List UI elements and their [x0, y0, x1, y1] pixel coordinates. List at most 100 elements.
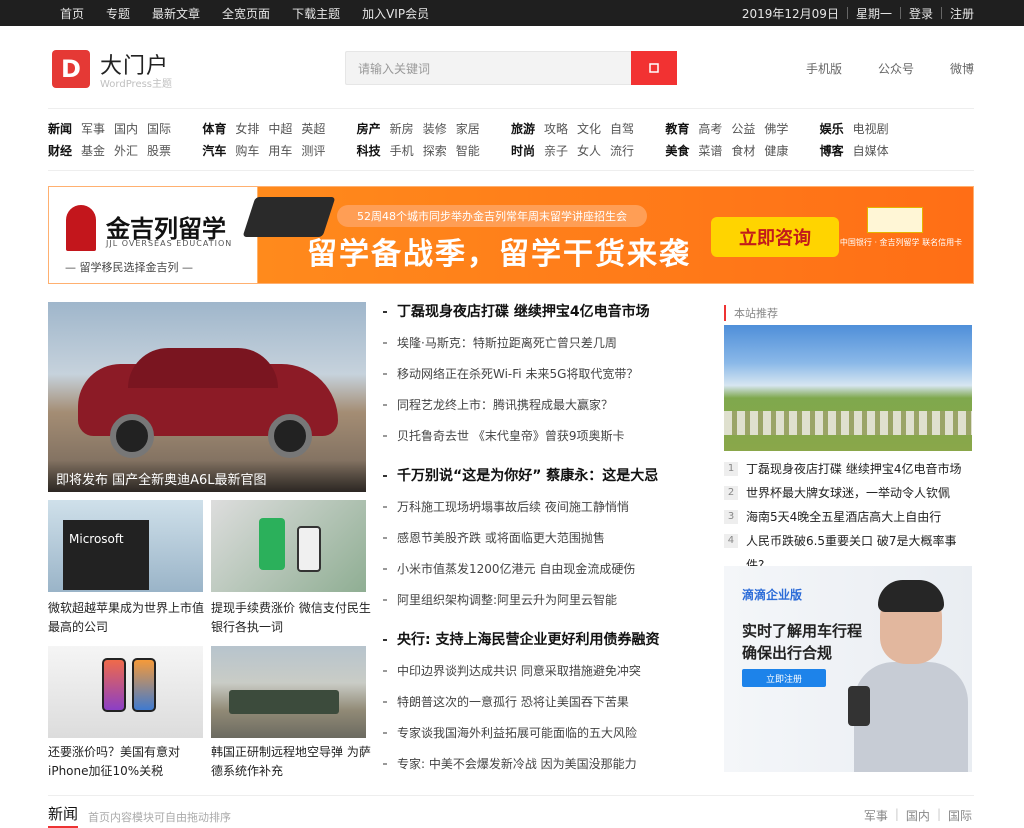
search-input[interactable]: 请输入关键词	[345, 51, 676, 85]
recommend-item[interactable]: 3 海南5天4晚全五星酒店高大上自由行	[724, 505, 974, 529]
news-item[interactable]: 小米市值蒸发1200亿港元 自由现金流成硬伤	[383, 559, 703, 579]
thumb-caption[interactable]: 提现手续费涨价 微信支付民生银行各执一词	[211, 599, 371, 637]
thumb-caption[interactable]: 微软超越苹果成为世界上市值最高的公司	[48, 599, 208, 637]
section-link-international[interactable]: 国际	[948, 807, 972, 824]
category-link[interactable]: 女人	[577, 144, 601, 158]
category-link[interactable]: 体育	[202, 122, 226, 136]
recommend-item[interactable]: 2 世界杯最大牌女球迷，一举动令人钦佩	[724, 481, 974, 505]
logo-icon[interactable]: D	[52, 50, 90, 88]
category-link[interactable]: 科技	[357, 144, 381, 158]
login-link[interactable]: 登录	[909, 5, 933, 22]
recommend-image[interactable]	[724, 325, 972, 451]
recommend-item[interactable]: 1 丁磊现身夜店打碟 继续押宝4亿电音市场	[724, 457, 974, 481]
recommend-text[interactable]: 人民币跌破6.5重要关口 破7是大概率事件?	[746, 529, 974, 572]
hero-image[interactable]: 即将发布 国产全新奥迪A6L最新官图	[48, 302, 366, 492]
news-item[interactable]: 专家谈我国海外利益拓展可能面临的五大风险	[383, 723, 703, 743]
recommend-text[interactable]: 世界杯最大牌女球迷，一举动令人钦佩	[746, 481, 950, 505]
category-link[interactable]: 股票	[147, 144, 171, 158]
category-link[interactable]: 文化	[577, 122, 601, 136]
recommend-text[interactable]: 海南5天4晚全五星酒店高大上自由行	[746, 505, 941, 529]
category-link[interactable]: 教育	[665, 122, 689, 136]
recommend-item[interactable]: 4 人民币跌破6.5重要关口 破7是大概率事件?	[724, 529, 974, 572]
news-headline[interactable]: 丁磊现身夜店打碟 继续押宝4亿电音市场	[383, 302, 703, 322]
banner-cta-button[interactable]: 立即咨询	[711, 217, 839, 257]
category-link[interactable]: 购车	[235, 144, 259, 158]
category-link[interactable]: 国际	[147, 122, 171, 136]
top-nav-vip[interactable]: 加入VIP会员	[362, 5, 429, 22]
category-link[interactable]: 智能	[456, 144, 480, 158]
news-item[interactable]: 阿里组织架构调整:阿里云升为阿里云智能	[383, 590, 703, 610]
thumb-caption[interactable]: 还要涨价吗？美国有意对iPhone加征10%关税	[48, 743, 208, 781]
register-link[interactable]: 注册	[950, 5, 974, 22]
category-link[interactable]: 美食	[665, 144, 689, 158]
category-link[interactable]: 探索	[423, 144, 447, 158]
category-link[interactable]: 手机	[390, 144, 414, 158]
section-link-military[interactable]: 军事	[864, 807, 888, 824]
category-link[interactable]: 食材	[731, 144, 755, 158]
category-link[interactable]: 新房	[390, 122, 414, 136]
category-link[interactable]: 家居	[456, 122, 480, 136]
top-nav-download[interactable]: 下载主题	[292, 5, 340, 22]
category-link[interactable]: 财经	[48, 144, 72, 158]
news-item[interactable]: 感恩节美股齐跌 或将面临更大范围抛售	[383, 528, 703, 548]
thumb-missile[interactable]	[211, 646, 366, 738]
category-link[interactable]: 博客	[820, 144, 844, 158]
weibo-link[interactable]: 微博	[950, 60, 974, 77]
category-link[interactable]: 女排	[235, 122, 259, 136]
category-link[interactable]: 英超	[301, 122, 325, 136]
mobile-link[interactable]: 手机版	[806, 60, 842, 77]
news-item[interactable]: 万科施工现场坍塌事故后续 夜间施工静悄悄	[383, 497, 703, 517]
top-nav-fullwidth[interactable]: 全宽页面	[222, 5, 270, 22]
category-link[interactable]: 装修	[423, 122, 447, 136]
category-link[interactable]: 娱乐	[820, 122, 844, 136]
category-link[interactable]: 外汇	[114, 144, 138, 158]
category-link[interactable]: 健康	[764, 144, 788, 158]
search-button[interactable]	[631, 51, 677, 85]
didi-register-button[interactable]: 立即注册	[742, 669, 826, 687]
news-item[interactable]: 同程艺龙终上市：腾讯携程成最大赢家？	[383, 395, 703, 415]
section-title-news[interactable]: 新闻	[48, 803, 79, 828]
category-link[interactable]: 攻略	[544, 122, 568, 136]
category-link[interactable]: 电视剧	[853, 122, 889, 136]
category-link[interactable]: 新闻	[48, 122, 72, 136]
recommend-text[interactable]: 丁磊现身夜店打碟 继续押宝4亿电音市场	[746, 457, 961, 481]
category-link[interactable]: 汽车	[202, 144, 226, 158]
news-item[interactable]: 中印边界谈判达成共识 同意采取措施避免冲突	[383, 661, 703, 681]
category-link[interactable]: 用车	[268, 144, 292, 158]
category-link[interactable]: 亲子	[544, 144, 568, 158]
category-link[interactable]: 军事	[81, 122, 105, 136]
category-link[interactable]: 自媒体	[853, 144, 889, 158]
hero-caption[interactable]: 即将发布 国产全新奥迪A6L最新官图	[48, 460, 366, 492]
category-link[interactable]: 佛学	[764, 122, 788, 136]
thumb-iphone[interactable]	[48, 646, 203, 738]
didi-ad[interactable]: 滴滴企业版 实时了解用车行程 确保出行合规 立即注册	[724, 566, 972, 772]
category-link[interactable]: 流行	[610, 144, 634, 158]
top-nav-topics[interactable]: 专题	[106, 5, 130, 22]
thumb-microsoft[interactable]: Microsoft	[48, 500, 203, 592]
category-link[interactable]: 菜谱	[698, 144, 722, 158]
category-link[interactable]: 高考	[698, 122, 722, 136]
news-item[interactable]: 特朗普这次的一意孤行 恐将让美国吞下苦果	[383, 692, 703, 712]
top-nav-latest[interactable]: 最新文章	[152, 5, 200, 22]
category-link[interactable]: 时尚	[511, 144, 535, 158]
category-link[interactable]: 自驾	[610, 122, 634, 136]
news-item[interactable]: 移动网络正在杀死Wi-Fi 未来5G将取代宽带？	[383, 364, 703, 384]
category-link[interactable]: 中超	[268, 122, 292, 136]
category-link[interactable]: 基金	[81, 144, 105, 158]
wechat-link[interactable]: 公众号	[878, 60, 914, 77]
banner-ad[interactable]: 金吉列留学 JJL OVERSEAS EDUCATION — 留学移民选择金吉列…	[48, 186, 974, 284]
news-item[interactable]: 贝托鲁奇去世 《末代皇帝》曾获9项奥斯卡	[383, 426, 703, 446]
category-link[interactable]: 旅游	[511, 122, 535, 136]
top-nav-home[interactable]: 首页	[60, 5, 84, 22]
news-item[interactable]: 专家: 中美不会爆发新冷战 因为美国没那能力	[383, 754, 703, 774]
news-headline[interactable]: 千万别说“这是为你好” 蔡康永：这是大忌	[383, 466, 703, 486]
news-headline[interactable]: 央行: 支持上海民营企业更好利用债券融资	[383, 630, 703, 650]
news-item[interactable]: 埃隆·马斯克：特斯拉距离死亡曾只差几周	[383, 333, 703, 353]
thumb-wechat-pay[interactable]	[211, 500, 366, 592]
category-link[interactable]: 测评	[301, 144, 325, 158]
thumb-caption[interactable]: 韩国正研制远程地空导弹 为萨德系统作补充	[211, 743, 371, 781]
section-link-domestic[interactable]: 国内	[906, 807, 930, 824]
category-link[interactable]: 国内	[114, 122, 138, 136]
category-link[interactable]: 公益	[731, 122, 755, 136]
category-link[interactable]: 房产	[357, 122, 381, 136]
